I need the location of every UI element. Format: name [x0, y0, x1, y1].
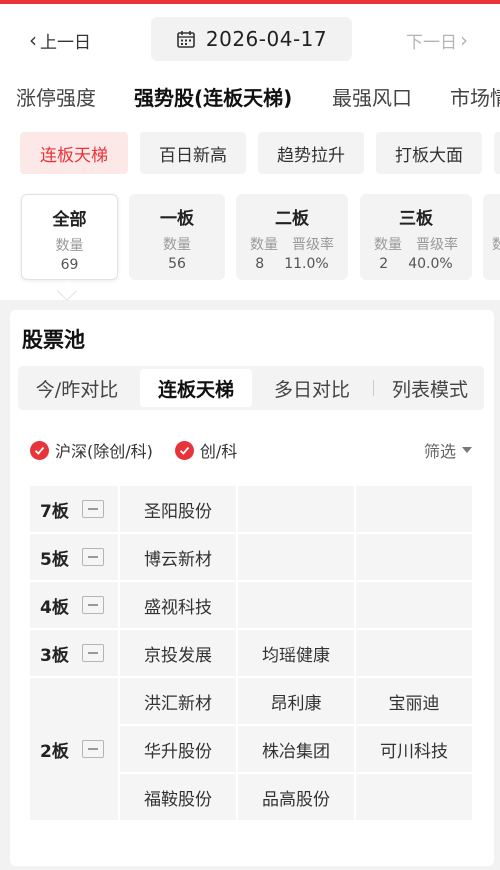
header: ‹ 上一日 2026-04-17 下一日 › 涨停强度 强势股(连板天梯) 最强…: [0, 4, 500, 301]
stock-cell[interactable]: 圣阳股份: [120, 486, 236, 532]
count-label: 数: [492, 237, 500, 253]
screen-label: 筛选: [423, 442, 456, 461]
chip-board-loss[interactable]: 打板大面: [376, 132, 482, 174]
stock-cell[interactable]: 株冶集团: [238, 726, 354, 772]
count-label: 数量: [55, 238, 84, 254]
main-tabs: 涨停强度 强势股(连板天梯) 最强风口 市场情: [0, 78, 500, 118]
count-value: 2: [379, 256, 389, 272]
stock-cell[interactable]: 京投发展: [120, 630, 236, 676]
seg-consecutive-ladder[interactable]: 连板天梯: [140, 369, 252, 407]
empty-cell: [238, 534, 354, 580]
calendar-icon: [177, 31, 195, 48]
seg-multi-day-compare[interactable]: 多日对比: [256, 366, 368, 410]
checkmark-icon: [174, 440, 194, 460]
segment-divider: [373, 380, 374, 396]
rate-value: 11.0%: [284, 256, 329, 272]
card-title: 二板: [275, 209, 309, 229]
collapse-icon[interactable]: [82, 596, 104, 614]
ladder-level-cell: 5板: [30, 534, 118, 580]
level-label: 5板: [40, 549, 69, 570]
checkmark-icon: [30, 440, 49, 460]
stock-cell[interactable]: 均瑶健康: [238, 630, 354, 676]
filter-chinext-star[interactable]: 创/科: [174, 438, 238, 462]
stat-card-1-board[interactable]: 一板 数量 56: [129, 194, 225, 280]
empty-cell: [356, 486, 472, 532]
stock-cell[interactable]: 品高股份: [238, 774, 354, 820]
count-label: 数量: [163, 237, 191, 253]
ladder-level-cell: 3板: [30, 630, 118, 676]
empty-cell: [356, 774, 472, 820]
selected-card-caret: [57, 281, 77, 301]
stock-cell[interactable]: 昂利康: [238, 678, 354, 724]
card-title: 一板: [160, 209, 194, 229]
level-label: 2板: [40, 741, 69, 762]
stock-cell[interactable]: 福鞍股份: [120, 774, 236, 820]
chevron-left-icon: ‹: [29, 28, 37, 52]
current-date: 2026-04-17: [205, 27, 328, 51]
prev-day-button[interactable]: ‹ 上一日: [26, 28, 91, 53]
view-mode-segment: 今/昨对比 连板天梯 多日对比 列表模式: [18, 366, 484, 410]
tab-hot-sectors[interactable]: 最强风口: [332, 82, 412, 111]
count-value: 69: [60, 257, 79, 273]
count-label: 数量: [374, 237, 402, 253]
seg-today-vs-yesterday[interactable]: 今/昨对比: [18, 366, 136, 410]
tab-market-sentiment[interactable]: 市场情: [450, 82, 500, 111]
chevron-right-icon: ›: [460, 28, 468, 52]
collapse-icon[interactable]: [82, 500, 104, 518]
tab-strong-stocks[interactable]: 强势股(连板天梯): [134, 82, 292, 111]
chip-100day-high[interactable]: 百日新高: [140, 132, 246, 174]
empty-cell: [356, 630, 472, 676]
screen-dropdown[interactable]: 筛选: [424, 438, 472, 462]
count-value: 8: [255, 256, 265, 272]
level-label: 7板: [40, 501, 69, 522]
chip-consecutive-ladder[interactable]: 连板天梯: [20, 132, 128, 174]
count-value: 56: [168, 256, 186, 272]
stat-card-more[interactable]: 数: [483, 194, 500, 280]
market-filters: 沪深(除创/科) 创/科: [30, 438, 259, 462]
collapse-icon[interactable]: [82, 644, 104, 662]
count-label: 数量: [250, 237, 278, 253]
stock-cell[interactable]: 宝丽迪: [356, 678, 472, 724]
empty-cell: [238, 486, 354, 532]
rate-label: 晋级率: [292, 237, 334, 253]
next-day-label: 下一日: [406, 32, 457, 53]
stock-cell[interactable]: 盛视科技: [120, 582, 236, 628]
stock-cell[interactable]: 可川科技: [356, 726, 472, 772]
filter-label: 创/科: [199, 442, 238, 461]
level-label: 3板: [40, 645, 69, 666]
stat-card-2-board[interactable]: 二板 数量 晋级率 8 11.0%: [236, 194, 348, 280]
level-label: 4板: [40, 597, 69, 618]
rate-label: 晋级率: [416, 237, 458, 253]
card-title: 全部: [52, 210, 87, 230]
stock-cell[interactable]: 华升股份: [120, 726, 236, 772]
pool-title: 股票池: [22, 328, 85, 352]
rate-value: 40.0%: [408, 256, 453, 272]
stat-card-all[interactable]: 全部 数量 69: [21, 194, 118, 280]
chip-more[interactable]: [494, 132, 500, 174]
seg-list-mode[interactable]: 列表模式: [376, 366, 484, 410]
tab-limit-up-strength[interactable]: 涨停强度: [16, 82, 96, 111]
ladder-level-cell: 4板: [30, 582, 118, 628]
prev-day-label: 上一日: [40, 32, 91, 53]
date-picker[interactable]: 2026-04-17: [151, 17, 352, 61]
next-day-button[interactable]: 下一日 ›: [406, 28, 471, 53]
collapse-icon[interactable]: [82, 548, 104, 566]
filter-label: 沪深(除创/科): [55, 442, 153, 461]
filter-sh-sz[interactable]: 沪深(除创/科): [30, 438, 153, 462]
empty-cell: [356, 534, 472, 580]
empty-cell: [356, 582, 472, 628]
card-title: 三板: [399, 209, 433, 229]
ladder-level-cell: 2板: [30, 678, 118, 820]
chip-trend-rally[interactable]: 趋势拉升: [258, 132, 364, 174]
empty-cell: [238, 582, 354, 628]
stat-card-3-board[interactable]: 三板 数量 晋级率 2 40.0%: [360, 194, 472, 280]
ladder-level-cell: 7板: [30, 486, 118, 532]
stock-cell[interactable]: 博云新材: [120, 534, 236, 580]
collapse-icon[interactable]: [82, 740, 104, 758]
stock-cell[interactable]: 洪汇新材: [120, 678, 236, 724]
stock-pool-panel: 股票池 今/昨对比 连板天梯 多日对比 列表模式 沪深(除创/科) 创/科 筛选…: [10, 310, 494, 866]
caret-down-icon: [462, 447, 472, 453]
